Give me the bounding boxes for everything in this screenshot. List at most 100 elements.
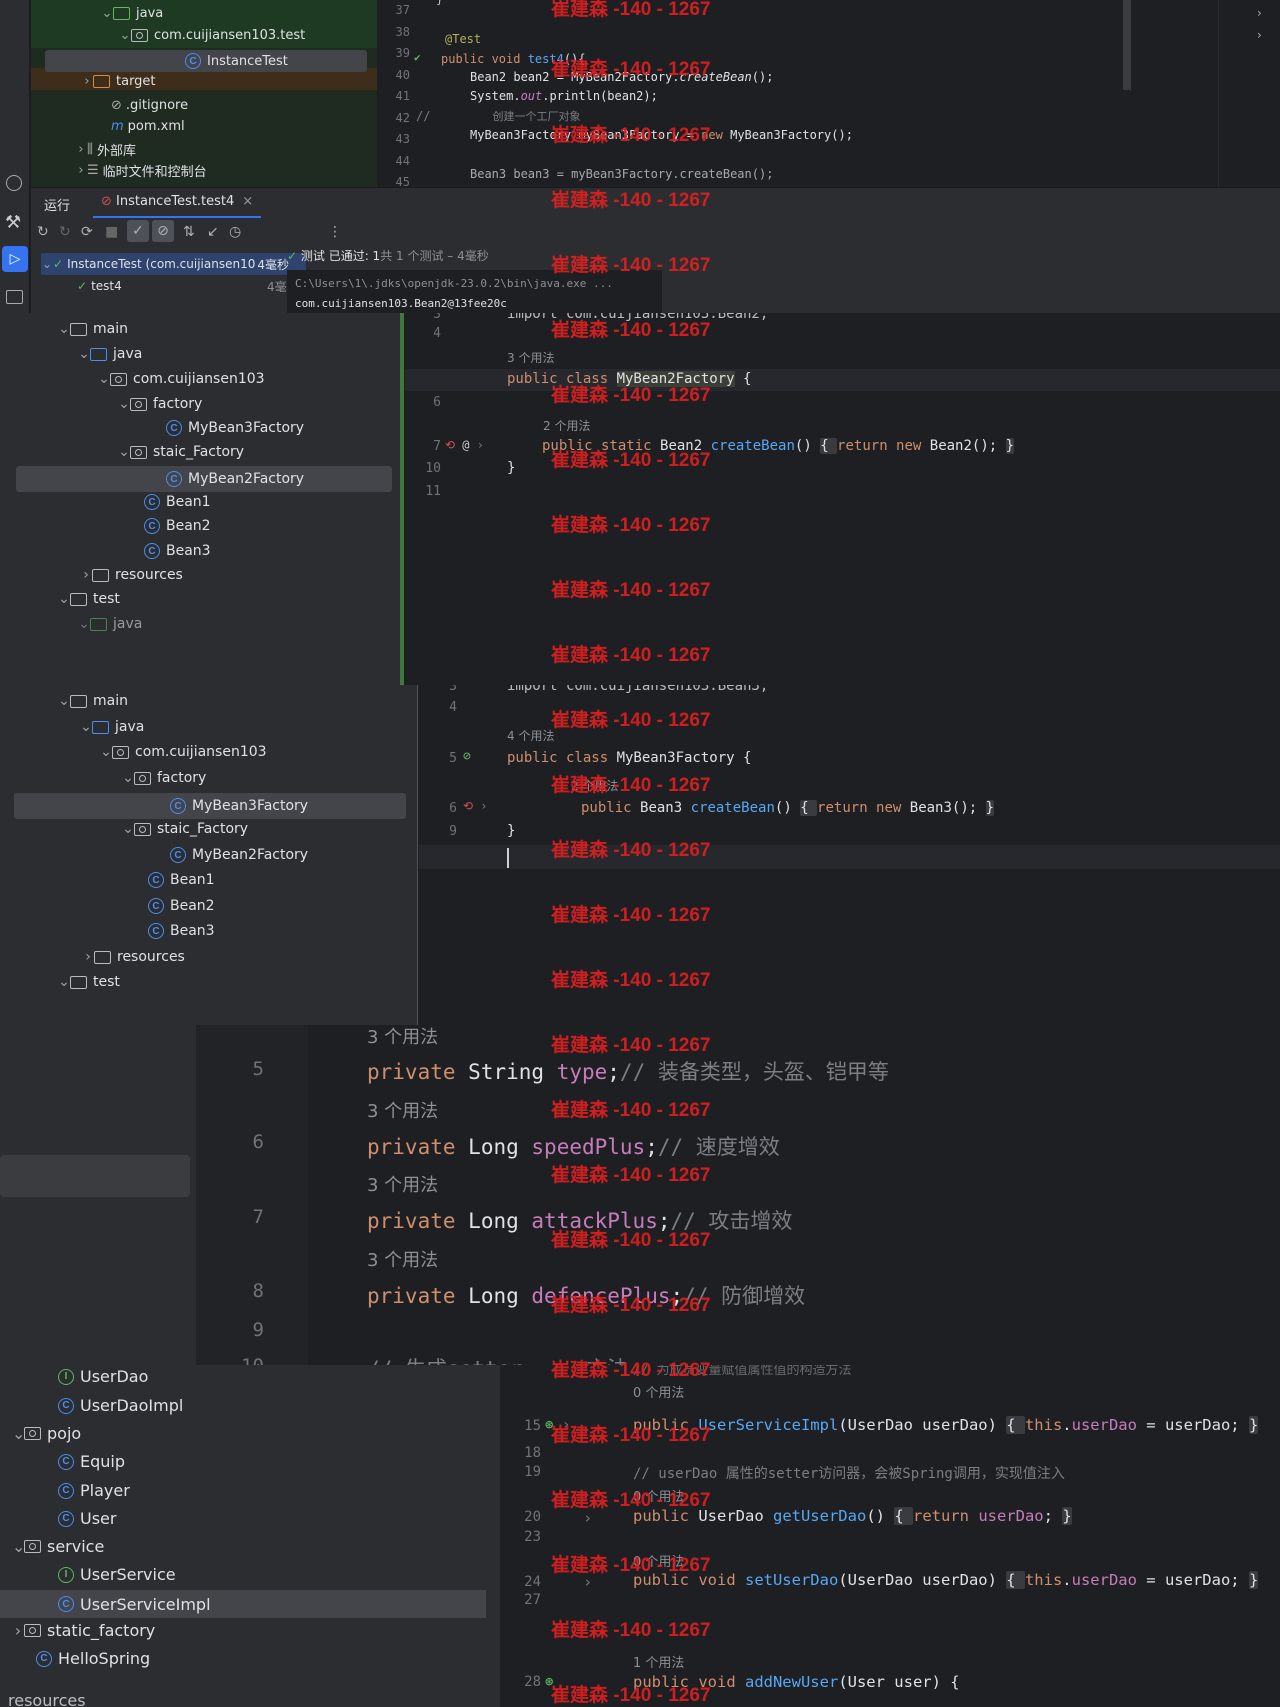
services-icon[interactable] — [6, 175, 22, 191]
tree-item-pom[interactable]: m pom.xml — [111, 119, 377, 134]
tree-item-package[interactable]: ⌄ com.cuijiansen103 — [100, 744, 418, 760]
tree-item-player[interactable]: C Player — [58, 1481, 500, 1500]
field-speedplus: private Long speedPlus;// 速度增效 — [367, 1135, 780, 1159]
chevron-right-icon[interactable]: › — [1257, 28, 1262, 42]
tree-item-bean1[interactable]: C Bean1 — [148, 872, 418, 888]
rerun-failed-icon[interactable]: ↻ — [59, 224, 71, 240]
tree-item-userserviceimpl[interactable]: C UserServiceImpl — [0, 1590, 486, 1618]
package-icon — [130, 397, 147, 411]
code-line-41: System.out.println(bean2); — [470, 89, 658, 103]
tree-item-resources[interactable]: resources — [8, 1691, 500, 1707]
folder-icon — [92, 568, 109, 582]
class-icon: C — [148, 923, 164, 939]
import-tests-icon[interactable]: ↙ — [207, 224, 219, 240]
editor-scrollbar[interactable] — [1123, 0, 1131, 90]
run-gutter-icon[interactable]: ✔ — [414, 51, 421, 64]
tree-item-mybean3factory[interactable]: C MyBean3Factory — [14, 793, 406, 819]
terminal-icon[interactable] — [6, 290, 23, 304]
chevron-right-icon[interactable]: › — [1257, 6, 1262, 20]
tree-item-resources[interactable]: › resources — [82, 949, 418, 965]
tree-item-staic-factory[interactable]: ⌄ staic_Factory — [118, 444, 404, 460]
tree-item-bean3[interactable]: C Bean3 — [144, 543, 404, 559]
tree-item-mybean2factory[interactable]: C MyBean2Factory — [170, 847, 418, 863]
class-icon: C — [144, 518, 160, 534]
tree-item-main[interactable]: ⌄ main — [58, 321, 404, 337]
folder-icon — [70, 592, 87, 606]
run-tab-label[interactable]: 运行 — [44, 195, 70, 214]
folder-icon — [94, 950, 111, 964]
tree-item-resources[interactable]: › resources — [80, 567, 404, 583]
test-root-row[interactable]: ⌄ ✓ InstanceTest (com.cuijiansen10 4毫秒 — [41, 253, 306, 275]
tree-item-scratches[interactable]: › ☰ 临时文件和控制台 — [75, 161, 377, 180]
project-tree-top: ⌄ java ⌄ com.cuijiansen103.test C InstanceT… — [31, 0, 377, 187]
tree-item-test[interactable]: ⌄ test — [58, 591, 404, 607]
toggle-autotest-icon[interactable]: ⟳ — [81, 224, 93, 240]
usage-hint: 3 个用法 — [367, 1175, 439, 1196]
build-icon[interactable]: ⚒ — [5, 212, 21, 233]
run-tool-icon[interactable]: ▷ — [2, 246, 28, 272]
class-icon: C — [58, 1510, 74, 1527]
tool-strip: ⚒ ▷ — [0, 0, 30, 313]
tree-item-libraries[interactable]: › ⫼ 外部库 — [75, 140, 377, 159]
tree-item-package[interactable]: ⌄ com.cuijiansen103 — [98, 371, 404, 387]
rerun-icon[interactable]: ↻ — [37, 224, 49, 240]
class-icon: C — [144, 494, 160, 510]
history-icon[interactable]: ◷ — [229, 224, 241, 240]
tree-item-hellospring[interactable]: C HelloSpring — [36, 1649, 500, 1668]
tree-item-java[interactable]: ⌄ java — [78, 616, 404, 632]
sort-icon[interactable]: ⇅ — [183, 224, 195, 240]
tree-item-userdaoimpl[interactable]: C UserDaoImpl — [58, 1396, 500, 1415]
tree-item-instancetest[interactable]: C InstanceTest — [45, 50, 367, 72]
tree-item-gitignore[interactable]: ⊘ .gitignore — [111, 98, 377, 113]
class-icon: C — [166, 420, 182, 436]
watermark-text: 崔建森 -140 - 1267 — [551, 1165, 711, 1186]
run-config-tab[interactable]: ⊘ InstanceTest.test4 × — [93, 188, 262, 218]
watermark-text: 崔建森 -140 - 1267 — [551, 1555, 711, 1576]
tree-item-bean2[interactable]: C Bean2 — [144, 518, 404, 534]
test-child-row[interactable]: ✓ test4 4毫秒 — [77, 276, 306, 296]
stop-icon[interactable]: ■ — [105, 224, 118, 240]
override-gutter-icon[interactable]: ⟲ @ › — [445, 438, 484, 452]
test-annotation: @Test — [445, 32, 482, 46]
tree-item-test[interactable]: ⌄ test — [58, 974, 418, 990]
watermark-text: 崔建森 -140 - 1267 — [551, 905, 711, 926]
class-icon: C — [58, 1453, 74, 1470]
show-passed-icon[interactable]: ✓ — [127, 220, 149, 242]
watermark-text: 崔建森 -140 - 1267 — [551, 1490, 711, 1511]
tree-item-main[interactable]: ⌄ main — [58, 693, 418, 709]
tree-item-factory[interactable]: ⌄ factory — [118, 396, 404, 412]
close-icon[interactable]: × — [242, 194, 253, 209]
tree-item-mybean2factory[interactable]: C MyBean2Factory — [16, 466, 392, 492]
watermark-text: 崔建森 -140 - 1267 — [551, 125, 711, 146]
setter-comment: // userDao 属性的setter访问器，会被Spring调用，实现值注入 — [633, 1466, 1065, 1482]
text-cursor — [507, 848, 509, 868]
editor-equip-fields: 5 6 7 8 9 10 3 个用法 private String type;/… — [196, 1025, 1280, 1365]
override-gutter-icon[interactable]: ⟲ › — [463, 799, 488, 813]
show-ignored-icon[interactable]: ⊘ — [152, 220, 174, 242]
tree-item-equip[interactable]: C Equip — [58, 1452, 500, 1471]
tree-item-bean3[interactable]: C Bean3 — [148, 923, 418, 939]
tree-item-service[interactable]: ⌄ service — [12, 1537, 500, 1556]
field-type: private String type;// 装备类型，头盔、铠甲等 — [367, 1060, 889, 1084]
tree-item-staic-factory[interactable]: ⌄ staic_Factory — [122, 821, 418, 837]
class-icon: C — [170, 847, 186, 863]
tree-item-bean1[interactable]: C Bean1 — [144, 494, 404, 510]
tree-item-package[interactable]: ⌄ com.cuijiansen103.test — [119, 28, 377, 43]
tree-item-bean2[interactable]: C Bean2 — [148, 898, 418, 914]
tree-item-userservice[interactable]: I UserService — [58, 1565, 500, 1584]
class-icon: C — [170, 798, 186, 814]
tree-item-factory[interactable]: ⌄ factory — [122, 770, 418, 786]
tree-item-user[interactable]: C User — [58, 1509, 500, 1528]
tree-item-java[interactable]: ⌄ java — [78, 346, 404, 362]
tree-item-static-factory[interactable]: › static_factory — [12, 1621, 500, 1640]
tree-item-java[interactable]: ⌄ java — [80, 719, 418, 735]
implemented-gutter-icon[interactable]: ⊘ — [463, 749, 471, 764]
tree-item-target[interactable]: › target — [81, 74, 377, 89]
usage-hint: 3 个用法 — [367, 1250, 439, 1271]
tree-item-pojo[interactable]: ⌄ pojo — [12, 1424, 500, 1443]
tree-item-userdao[interactable]: I UserDao — [58, 1367, 500, 1386]
more-icon[interactable]: ⋮ — [328, 224, 342, 240]
class-close: } — [507, 460, 516, 476]
tree-item-mybean3factory[interactable]: C MyBean3Factory — [166, 420, 404, 436]
tree-item-java[interactable]: ⌄ java — [101, 6, 377, 21]
